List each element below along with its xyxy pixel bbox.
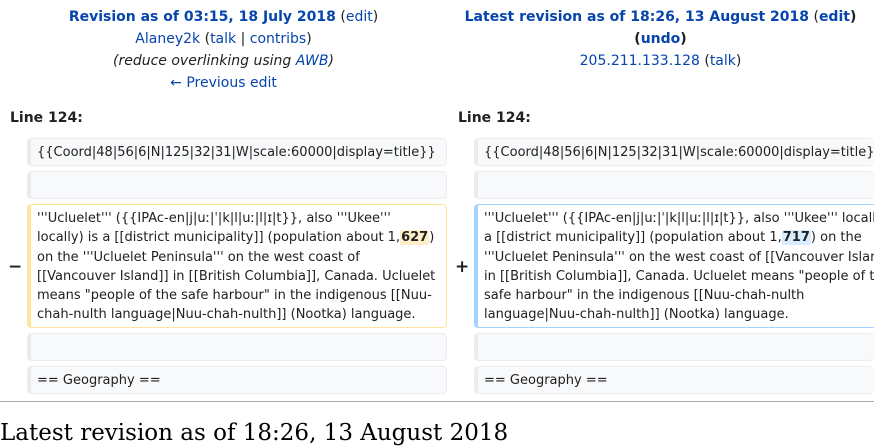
added-line-marker: + [455,257,470,277]
summary-text-end: ) [328,53,334,69]
old-user-link[interactable]: Alaney2k [135,31,200,47]
old-revision-link[interactable]: Revision as of 03:15, 18 July 2018 [69,9,336,25]
awb-link[interactable]: AWB [296,53,329,69]
removed-line: '''Ucluelet''' ({{IPAc-en|j|uː|ˈ|k|l|uː|… [27,204,447,328]
geography-context-left: == Geography == [27,366,447,394]
added-value: 717 [781,230,811,246]
context-line-left: {{Coord|48|56|6|N|125|32|31|W|scale:6000… [27,138,447,166]
separator: | [240,31,246,47]
old-user-talk-link[interactable]: talk [210,31,236,47]
paren: ) [680,31,687,47]
summary-text: (reduce overlinking using [113,53,296,69]
new-revision-header: Latest revision as of 18:26, 13 August 2… [447,6,874,72]
empty-context-left-2 [27,333,447,361]
new-edit-link[interactable]: edit [819,9,850,25]
paren: ) [735,53,742,69]
old-revision-header: Revision as of 03:15, 18 July 2018 (edit… [0,6,447,94]
new-user-link[interactable]: 205.211.133.128 [580,53,700,69]
geography-context-right: == Geography == [474,366,874,394]
line-number-left: Line 124: [10,110,83,126]
old-user-contribs-link[interactable]: contribs [250,31,306,47]
added-line: '''Ucluelet''' ({{IPAc-en|j|uː|ˈ|k|l|uː|… [474,204,874,328]
paragraph-start: '''Ucluelet''' ({{IPAc-en|j|uː|ˈ|k|l|uː|… [37,211,401,246]
undo-link[interactable]: undo [641,31,681,47]
removed-value: 627 [400,230,430,246]
old-edit-link[interactable]: edit [346,9,373,25]
paren: ) [306,31,312,47]
context-line-right: {{Coord|48|56|6|N|125|32|31|W|scale:6000… [474,138,874,166]
new-revision-link[interactable]: Latest revision as of 18:26, 13 August 2… [465,9,809,25]
empty-context-right-2 [474,333,874,361]
new-user-talk-link[interactable]: talk [710,53,736,69]
empty-context-left [27,171,447,199]
empty-context-right [474,171,874,199]
previous-edit-link[interactable]: ← Previous edit [170,75,277,91]
revision-heading: Latest revision as of 18:26, 13 August 2… [0,420,509,446]
removed-line-marker: − [8,257,23,277]
paren-close: ) [849,9,857,25]
line-number-right: Line 124: [458,110,531,126]
edit-summary: (reduce overlinking using AWB) [0,50,447,72]
divider [0,401,874,402]
paren-close: ) [372,9,379,25]
